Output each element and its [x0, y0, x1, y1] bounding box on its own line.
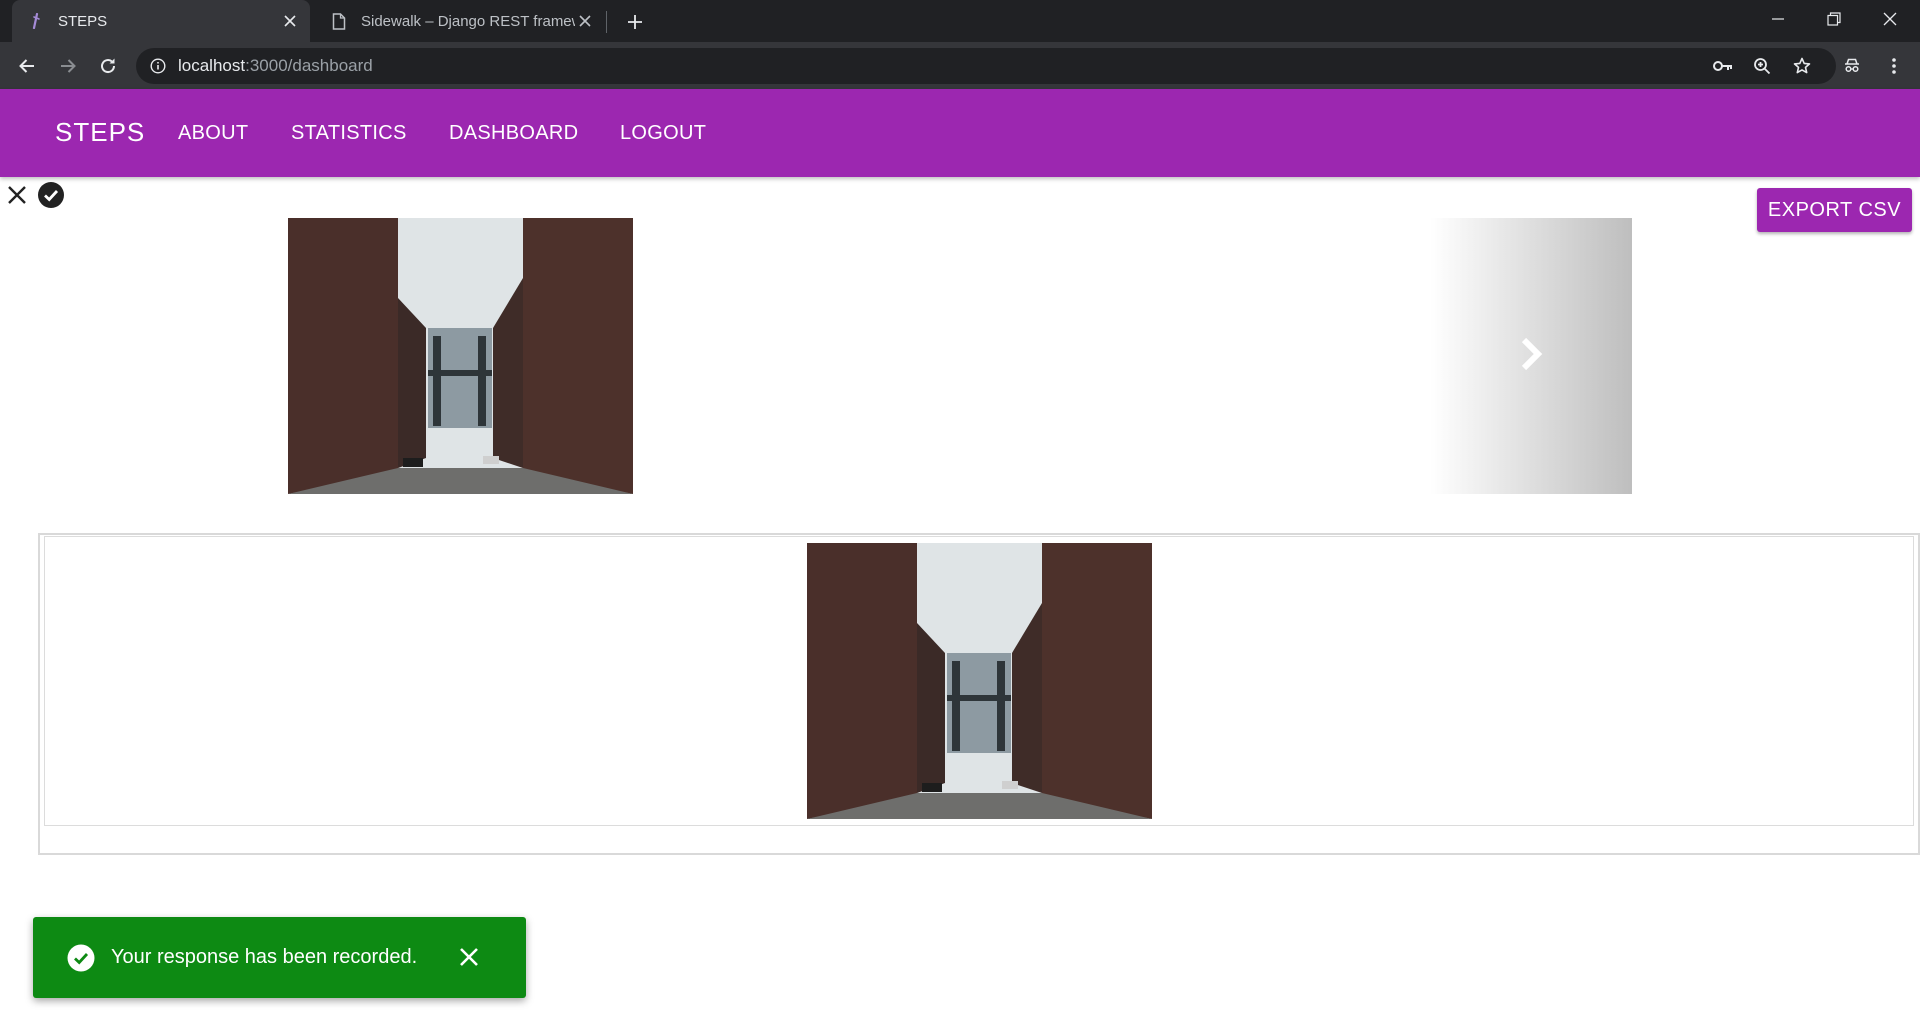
- document-favicon-icon: [329, 11, 349, 31]
- nav-link-statistics[interactable]: STATISTICS: [291, 122, 407, 145]
- key-icon[interactable]: [1707, 50, 1739, 82]
- browser-tab-bar: STEPS Sidewalk – Django REST framewo: [0, 0, 1920, 42]
- site-info-icon[interactable]: [148, 56, 168, 76]
- success-toast: Your response has been recorded.: [33, 917, 526, 998]
- chevron-right-icon: [1516, 334, 1546, 379]
- app-navbar: STEPS ABOUT STATISTICS DASHBOARD LOGOUT: [0, 89, 1920, 177]
- tab-title: Sidewalk – Django REST framewo: [361, 12, 575, 30]
- tab-close-icon[interactable]: [575, 11, 595, 31]
- restore-icon[interactable]: [1806, 0, 1862, 38]
- reload-icon[interactable]: [92, 50, 124, 82]
- brand-logo[interactable]: STEPS: [55, 117, 145, 148]
- export-csv-button[interactable]: EXPORT CSV: [1757, 188, 1912, 232]
- back-icon[interactable]: [11, 50, 43, 82]
- label-actions: [4, 180, 66, 210]
- bookmark-star-icon[interactable]: [1786, 50, 1818, 82]
- check-circle-icon: [67, 944, 95, 972]
- nav-link-dashboard[interactable]: DASHBOARD: [449, 122, 578, 145]
- tab-close-icon[interactable]: [280, 11, 300, 31]
- new-tab-icon[interactable]: [622, 9, 648, 35]
- forward-icon[interactable]: [52, 50, 84, 82]
- tab-steps[interactable]: STEPS: [12, 0, 310, 42]
- tab-separator: [606, 11, 607, 33]
- carousel-next-button[interactable]: [1430, 218, 1632, 494]
- browser-toolbar: localhost:3000/dashboard: [0, 42, 1920, 89]
- address-bar[interactable]: localhost:3000/dashboard: [136, 48, 1836, 84]
- incognito-icon[interactable]: [1836, 50, 1868, 82]
- toast-message: Your response has been recorded.: [111, 946, 418, 968]
- street-image-preview: [288, 218, 633, 494]
- close-window-icon[interactable]: [1862, 0, 1918, 38]
- tab-sidewalk[interactable]: Sidewalk – Django REST framewo: [315, 0, 605, 42]
- toast-close-icon[interactable]: [457, 945, 481, 969]
- nav-link-about[interactable]: ABOUT: [178, 122, 248, 145]
- nav-link-logout[interactable]: LOGOUT: [620, 122, 706, 145]
- street-image-main: [807, 543, 1152, 819]
- tab-title: STEPS: [58, 12, 108, 30]
- close-icon[interactable]: [4, 182, 30, 208]
- zoom-icon[interactable]: [1746, 50, 1778, 82]
- check-circle-icon[interactable]: [36, 180, 66, 210]
- menu-kebab-icon[interactable]: [1878, 50, 1910, 82]
- minimize-icon[interactable]: [1750, 0, 1806, 38]
- steps-favicon-icon: [26, 11, 46, 31]
- url-text: localhost:3000/dashboard: [178, 56, 373, 75]
